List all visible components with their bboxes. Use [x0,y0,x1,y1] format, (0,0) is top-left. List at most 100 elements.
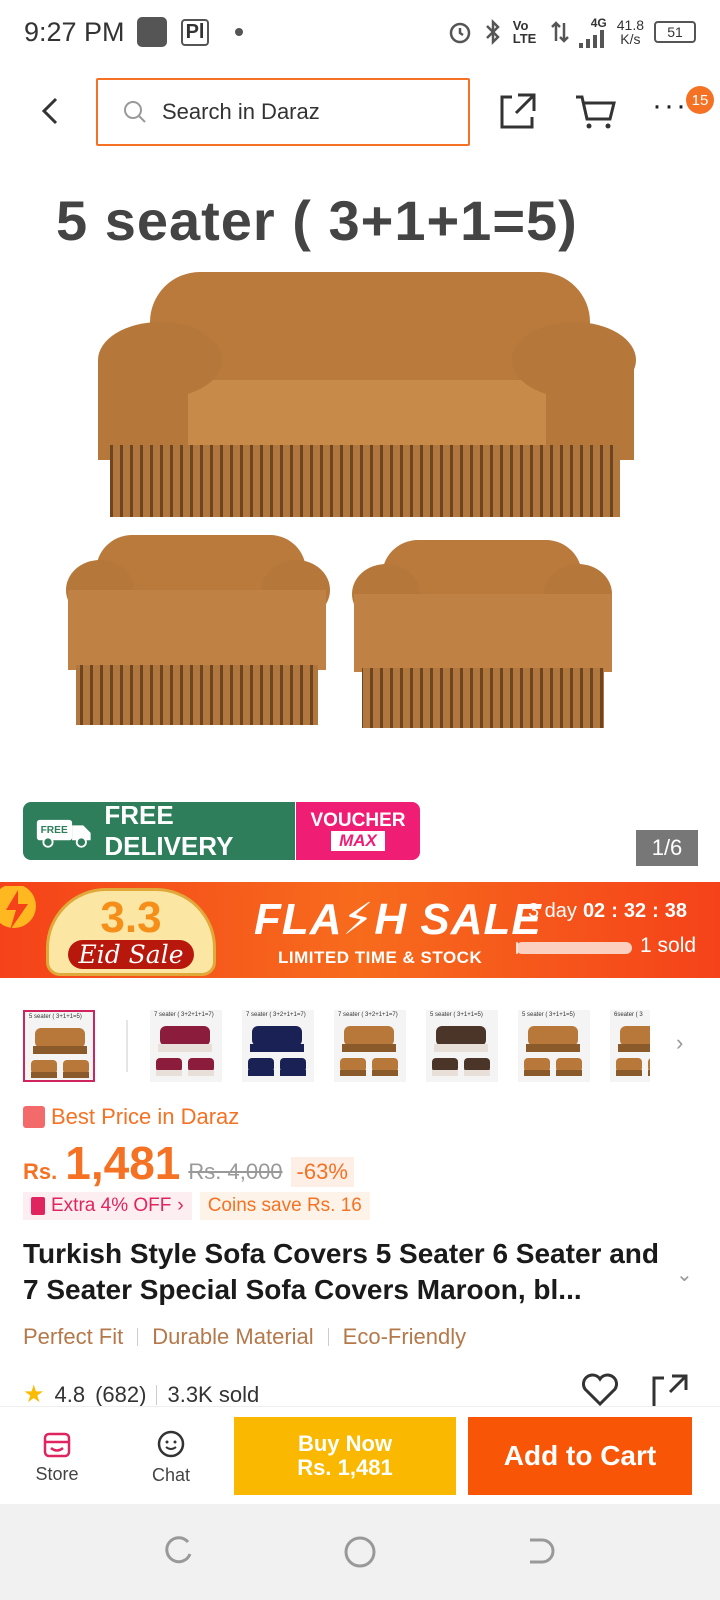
thumbnail-strip: › 5 seater ( 3+1+1=5) 7 seater ( 3+2+1+1=… [0,1010,720,1086]
flash-sale-banner[interactable]: 3.3 Eid Sale FLA⚡H SALE LIMITED TIME & S… [0,882,720,978]
net-speed-value: 41.8 [616,17,644,33]
pi-icon: Pl [180,18,210,46]
thumbnail-image [340,1026,398,1076]
chevron-down-icon[interactable]: ⌄ [676,1262,693,1287]
thumbnail-image [31,1028,89,1078]
countdown-days: 3 day [528,900,577,922]
extra-off-pill[interactable]: Extra 4% OFF › [23,1192,192,1220]
buy-now-label: Buy Now [297,1431,393,1456]
price-value: 1,481 [65,1137,181,1189]
chevron-right-icon[interactable]: › [676,1030,683,1056]
image-page-indicator: 1/6 [636,830,698,866]
chat-button[interactable]: Chat [126,1417,216,1497]
thumbnail[interactable]: 7 seater ( 3+2+1+1=7) [150,1010,222,1082]
heart-icon[interactable] [580,1372,620,1408]
thumbnail-label: 7 seater ( 3+2+1+1=7) [154,1012,214,1018]
back-nav-icon[interactable] [522,1534,556,1568]
lightning-icon [0,886,36,930]
buy-now-button[interactable]: Buy Now Rs. 1,481 [234,1417,456,1495]
system-nav-bar [0,1504,720,1600]
best-price-label: Best Price in Daraz [51,1104,240,1129]
app-notification-icon [136,17,167,47]
signal-icon [578,30,604,48]
back-arrow-icon[interactable] [32,91,72,131]
home-icon[interactable] [342,1534,378,1570]
countdown-timer: 3 day 02: 32: 38 [528,900,688,922]
feature-item: Durable Material [152,1324,314,1349]
chat-icon [157,1430,185,1457]
thumbnail-label: 5 seater ( 3+1+1=5) [522,1012,575,1018]
thumbnail-image [616,1026,650,1076]
share-icon[interactable] [498,91,538,131]
store-label: Store [35,1463,79,1484]
coins-pill[interactable]: Coins save Rs. 16 [199,1192,370,1220]
signal-group: 4G [578,16,607,48]
net-speed: 41.8 K/s [617,18,644,46]
max-label: MAX [331,831,385,851]
thumbnail[interactable]: 5 seater ( 3+1+1=5) [23,1010,95,1082]
eid-sale-badge: 3.3 Eid Sale [46,888,216,976]
thumbnail-label: 5 seater ( 3+1+1=5) [29,1014,82,1020]
thumbnail-label: 7 seater ( 3+2+1+1=7) [246,1012,306,1018]
thumbnail-label: 6seater ( 3 [614,1012,643,1018]
thumbnail[interactable]: 6seater ( 3 [610,1010,650,1082]
thumbnail-image [156,1026,214,1076]
star-icon: ★ [23,1381,45,1408]
store-icon [43,1432,71,1457]
chevron-right-icon: › [177,1195,184,1216]
rating-row[interactable]: ★ 4.8 (682) 3.3K sold [23,1380,259,1409]
store-button[interactable]: Store [12,1417,102,1497]
sold-progress-bar [516,942,632,954]
chat-label: Chat [151,1464,191,1485]
more-notifications-icon [235,28,244,36]
data-arrows-icon [550,21,569,43]
voucher-icon [31,1197,45,1215]
countdown-seconds: 38 [664,900,688,922]
thumbnail[interactable]: 7 seater ( 3+2+1+1=7) [242,1010,314,1082]
feature-item: Perfect Fit [23,1324,124,1349]
thumbnail-image [248,1026,306,1076]
sold-total: 3.3K sold [167,1381,260,1407]
buy-now-price: Rs. 1,481 [297,1455,393,1480]
truck-icon: FREE [36,819,91,848]
add-to-cart-button[interactable]: Add to Cart [468,1417,692,1495]
thumbnail-image [432,1026,490,1076]
free-delivery-label: FREE DELIVERY [104,800,234,861]
bottom-action-bar: Store Chat Buy Now Rs. 1,481 Add to Cart [0,1406,720,1502]
voucher-max-badge: VOUCHER MAX [296,802,420,860]
product-title: Turkish Style Sofa Covers 5 Seater 6 Sea… [23,1238,659,1305]
thumbnail[interactable]: 5 seater ( 3+1+1=5) [426,1010,498,1082]
feature-item: Eco-Friendly [342,1324,467,1349]
promo-row: Extra 4% OFF › Coins save Rs. 16 [23,1192,370,1220]
recent-apps-icon[interactable] [162,1534,196,1568]
thumbnail[interactable]: 7 seater ( 3+2+1+1=7) [334,1010,406,1082]
sofa-illustration [66,272,636,728]
net-speed-unit: K/s [620,31,641,47]
image-caption: 5 seater ( 3+1+1=5) [56,189,578,252]
price-row: Rs. 1,481 Rs. 4,000 -63% [23,1136,354,1190]
search-input[interactable]: Search in Daraz [96,78,470,146]
cart-icon[interactable] [574,91,618,131]
network-type: 4G [590,16,607,30]
search-placeholder: Search in Daraz [162,99,320,124]
sold-progress-fill [516,942,519,954]
feature-list: Perfect Fit Durable Material Eco-Friendl… [23,1324,466,1350]
free-delivery-badge: FREE FREE DELIVERY [23,800,295,861]
thumbnail-image [524,1026,582,1076]
extra-off-label: Extra 4% OFF [51,1195,172,1216]
review-count: (682) [95,1381,147,1407]
thumbnail[interactable]: 5 seater ( 3+1+1=5) [518,1010,590,1082]
countdown-hours: 02 [582,900,606,922]
share-icon[interactable] [650,1372,690,1408]
volte-label: Vo LTE [512,18,537,46]
eid-number: 3.3 [100,892,162,942]
product-image[interactable]: 5 seater ( 3+1+1=5) [0,170,720,880]
search-icon [124,101,146,123]
discount-badge: -63% [290,1157,354,1187]
battery-icon: 51 [654,21,696,43]
trend-down-icon [23,1106,45,1128]
notification-badge: 15 [686,86,714,114]
voucher-label: VOUCHER [310,810,406,831]
free-tag: FREE [41,825,68,836]
eid-label: Eid Sale [68,939,194,969]
